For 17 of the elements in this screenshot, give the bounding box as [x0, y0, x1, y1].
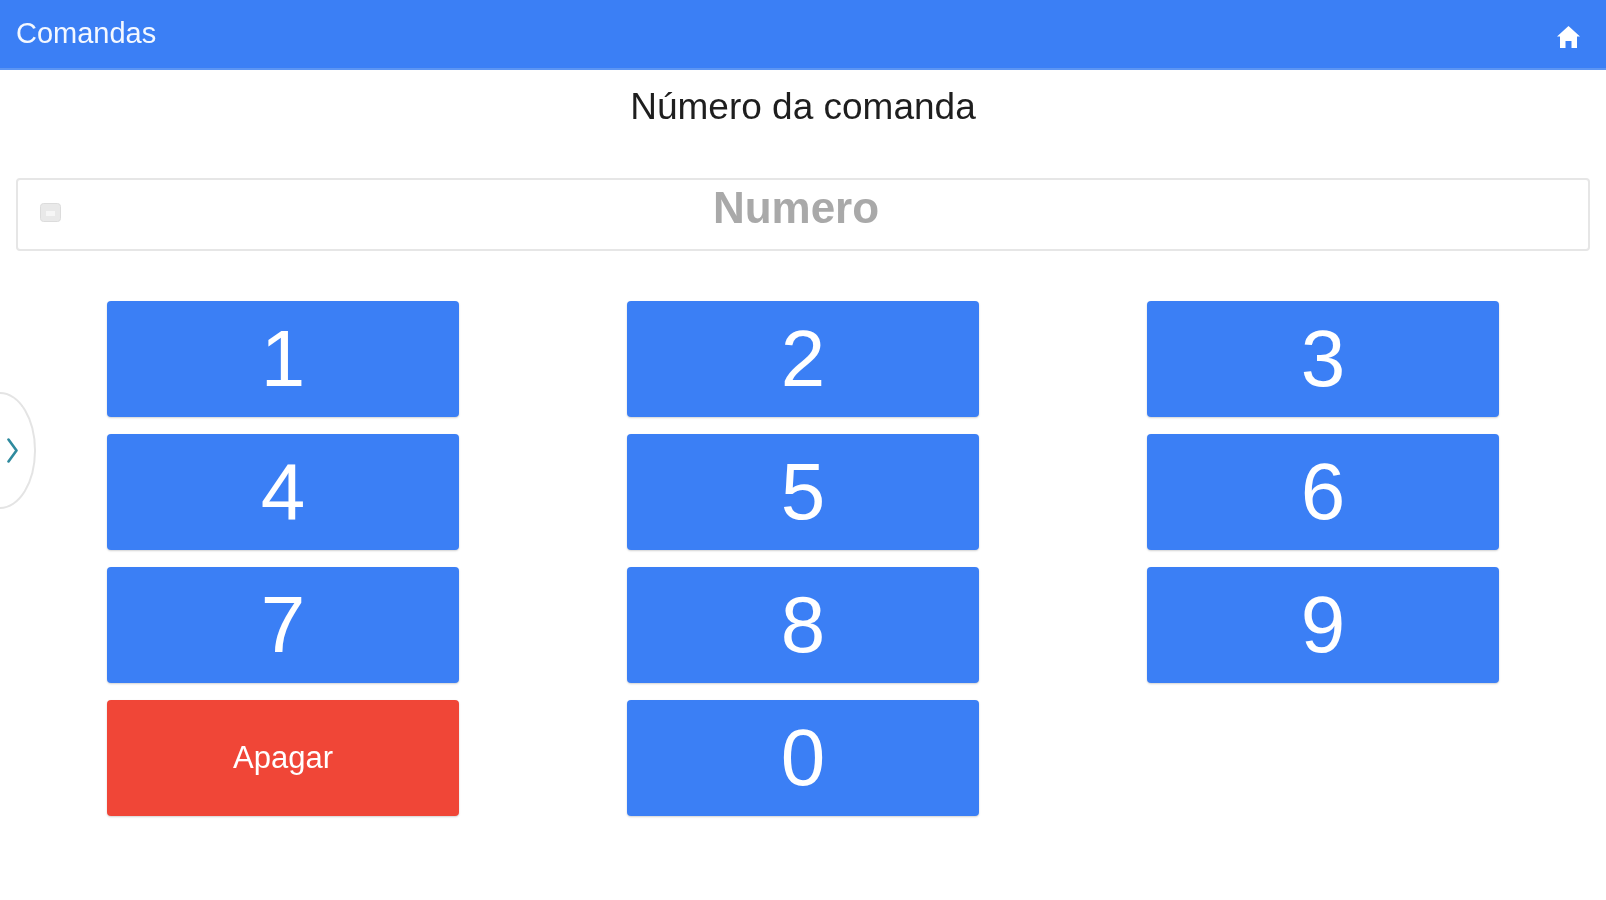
square-icon: [40, 203, 61, 222]
digit-key[interactable]: 7: [107, 567, 459, 683]
home-icon[interactable]: [1557, 25, 1580, 48]
digit-key[interactable]: 0: [627, 700, 979, 816]
digit-key[interactable]: 4: [107, 434, 459, 550]
digit-key[interactable]: 6: [1147, 434, 1499, 550]
digit-key[interactable]: 2: [627, 301, 979, 417]
delete-button[interactable]: Apagar: [107, 700, 459, 816]
digit-key[interactable]: 3: [1147, 301, 1499, 417]
digit-key[interactable]: 8: [627, 567, 979, 683]
digit-key[interactable]: 5: [627, 434, 979, 550]
digit-key[interactable]: 9: [1147, 567, 1499, 683]
prompt-label: Número da comanda: [630, 86, 976, 128]
chevron-right-icon: [7, 438, 18, 463]
number-field[interactable]: Numero: [16, 178, 1590, 251]
digit-key[interactable]: 1: [107, 301, 459, 417]
app-title: Comandas: [16, 16, 157, 50]
